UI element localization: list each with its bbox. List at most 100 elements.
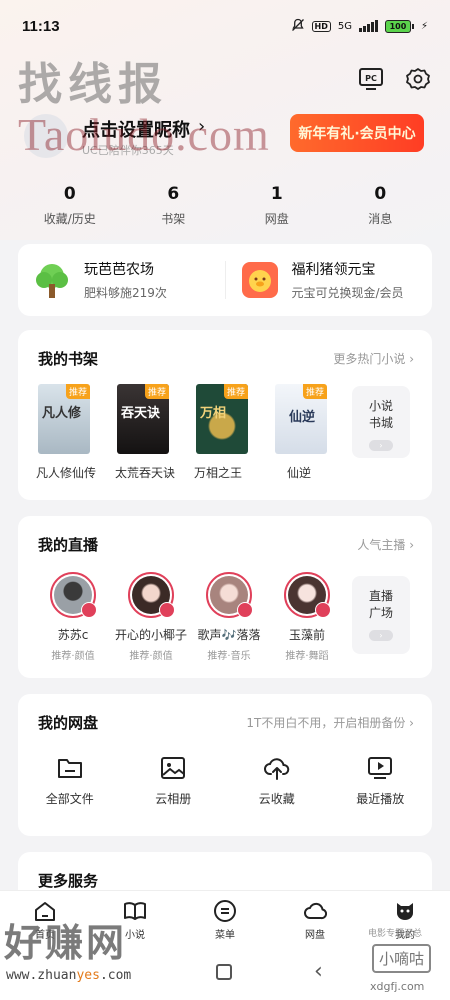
streamer-avatar <box>284 572 331 618</box>
netdisk-title: 我的网盘 <box>38 714 99 732</box>
streamer-desc: 推荐·颜值 <box>51 651 95 662</box>
more-novels-link[interactable]: 更多热门小说 › <box>333 350 414 367</box>
book-cover: 万相 推荐 <box>196 384 248 454</box>
streamer-item[interactable]: 歌声🎶落落 推荐·音乐 <box>190 572 268 662</box>
live-badge-icon <box>81 602 97 618</box>
stat-number: 1 <box>270 184 283 204</box>
netdisk-actions: 全部文件 云相册 云收藏 最近播放 <box>18 754 432 807</box>
live-plaza-tile[interactable]: 直播广场 › <box>352 576 410 654</box>
stat-favorites-history[interactable]: 0 收藏/历史 <box>18 184 122 227</box>
streamer-avatar <box>206 572 253 618</box>
book-name: 凡人修仙传 <box>36 466 97 480</box>
cloud-favorites-button[interactable]: 云收藏 <box>225 754 329 807</box>
gear-icon[interactable] <box>404 66 432 94</box>
mute-icon <box>291 18 305 35</box>
watermark-url: www.zhuanyes.com <box>6 968 132 983</box>
book-item[interactable]: 吞天诀 推荐 太荒吞天诀 <box>115 384 194 481</box>
stat-label: 网盘 <box>264 212 289 226</box>
hd-icon: HD <box>311 20 331 32</box>
all-files-button[interactable]: 全部文件 <box>18 754 122 807</box>
book-cover: 仙逆 推荐 <box>275 384 327 454</box>
streamer-desc: 推荐·舞蹈 <box>285 651 329 662</box>
book-item[interactable]: 凡人修 推荐 凡人修仙传 <box>36 384 115 481</box>
novel-store-label: 小说书城 <box>368 399 393 430</box>
live-card: 我的直播 人气主播 › 苏苏c 推荐·颜值 开心的小椰子 推荐·颜值 歌声🎶落落… <box>18 516 432 678</box>
streamer-desc: 推荐·音乐 <box>207 651 251 662</box>
rewards-card: 玩芭芭农场 肥料够施219次 福利猪领元宝 元宝可兑换现金/会员 <box>18 244 432 316</box>
streamer-name: 玉藻前 <box>288 628 325 642</box>
stat-label: 书架 <box>161 212 186 226</box>
popular-anchors-link[interactable]: 人气主播 › <box>357 536 414 553</box>
chevron-right-icon: › <box>369 440 393 451</box>
pig-icon <box>240 260 280 300</box>
pig-subtitle: 元宝可兑换现金/会员 <box>291 286 404 300</box>
book-item[interactable]: 万相 推荐 万相之王 <box>194 384 273 481</box>
battery-icon: 100 <box>384 19 414 33</box>
book-list: 凡人修 推荐 凡人修仙传 吞天诀 推荐 太荒吞天诀 万相 推荐 万相之王 仙逆 … <box>36 384 352 481</box>
recommend-tag: 推荐 <box>65 384 90 399</box>
book-name: 太荒吞天诀 <box>115 466 176 480</box>
status-time: 11:13 <box>22 17 60 35</box>
watermark-bottom: 好赚网 <box>4 921 128 965</box>
streamer-item[interactable]: 开心的小椰子 推荐·颜值 <box>112 572 190 662</box>
cloud-favorites-label: 云收藏 <box>258 792 295 806</box>
back-button[interactable]: ‹ <box>314 959 323 984</box>
recents-button[interactable] <box>216 964 232 980</box>
network-label: 5G <box>337 20 352 32</box>
live-badge-icon <box>237 602 253 618</box>
book-name: 万相之王 <box>194 466 243 480</box>
stat-number: 6 <box>167 184 180 204</box>
play-icon <box>368 757 393 779</box>
pc-icon[interactable]: PC <box>358 66 384 92</box>
nav-label: 小说 <box>125 930 145 941</box>
streamer-item[interactable]: 玉藻前 推荐·舞蹈 <box>268 572 346 662</box>
nav-netdisk[interactable]: 网盘 <box>270 891 360 946</box>
stat-messages[interactable]: 0 消息 <box>329 184 433 227</box>
folder-icon <box>57 759 82 778</box>
vip-center-banner[interactable]: 新年有礼·会员中心 <box>290 114 424 152</box>
nav-label: 菜单 <box>215 930 235 941</box>
recommend-tag: 推荐 <box>223 384 248 399</box>
streamer-name: 苏苏c <box>57 628 89 642</box>
streamer-desc: 推荐·颜值 <box>129 651 173 662</box>
photo-icon <box>161 757 186 779</box>
book-cover: 凡人修 推荐 <box>38 384 90 454</box>
streamer-name: 歌声🎶落落 <box>197 628 261 642</box>
lucky-pig-entry[interactable]: 福利猪领元宝 元宝可兑换现金/会员 <box>226 259 433 301</box>
recent-play-button[interactable]: 最近播放 <box>329 754 433 807</box>
stats-row: 0 收藏/历史 6 书架 1 网盘 0 消息 <box>18 184 432 227</box>
stat-bookshelf[interactable]: 6 书架 <box>122 184 226 227</box>
watermark-title: 找线报 <box>18 59 168 110</box>
streamer-avatar <box>128 572 175 618</box>
cloud-album-label: 云相册 <box>155 792 192 806</box>
watermark-xd: 小嘀咕 <box>372 944 432 973</box>
netdisk-card: 我的网盘 1T不用白不用，开启相册备份 › 全部文件 云相册 云收藏 最近播放 <box>18 694 432 836</box>
bookshelf-card: 我的书架 更多热门小说 › 凡人修 推荐 凡人修仙传 吞天诀 推荐 太荒吞天诀 … <box>18 330 432 500</box>
photo-backup-link[interactable]: 1T不用白不用，开启相册备份 › <box>246 714 414 731</box>
book-item[interactable]: 仙逆 推荐 仙逆 <box>273 384 352 481</box>
nav-label: 网盘 <box>305 930 325 941</box>
cloud-album-button[interactable]: 云相册 <box>122 754 226 807</box>
watermark-mid: 电影专题汇总 <box>368 929 423 939</box>
streamer-item[interactable]: 苏苏c 推荐·颜值 <box>34 572 112 662</box>
recommend-tag: 推荐 <box>302 384 327 399</box>
book-cover: 吞天诀 推荐 <box>117 384 169 454</box>
farm-title: 玩芭芭农场 <box>84 262 154 278</box>
baba-farm-entry[interactable]: 玩芭芭农场 肥料够施219次 <box>18 259 225 301</box>
svg-text:PC: PC <box>365 74 377 83</box>
tree-icon <box>32 260 72 300</box>
menu-icon <box>214 900 236 922</box>
cloud-upload-icon <box>263 758 289 780</box>
stat-number: 0 <box>374 184 387 204</box>
signal-icon <box>358 20 378 32</box>
novel-store-tile[interactable]: 小说书城 › <box>352 386 410 458</box>
live-plaza-label: 直播广场 <box>368 589 393 620</box>
stat-netdisk[interactable]: 1 网盘 <box>225 184 329 227</box>
nav-menu[interactable]: 菜单 <box>180 891 270 946</box>
recommend-tag: 推荐 <box>144 384 169 399</box>
streamer-list: 苏苏c 推荐·颜值 开心的小椰子 推荐·颜值 歌声🎶落落 推荐·音乐 玉藻前 推… <box>34 572 346 662</box>
stat-label: 消息 <box>368 212 393 226</box>
bookshelf-title: 我的书架 <box>38 350 99 368</box>
pig-title: 福利猪领元宝 <box>291 262 376 278</box>
all-files-label: 全部文件 <box>45 792 94 806</box>
